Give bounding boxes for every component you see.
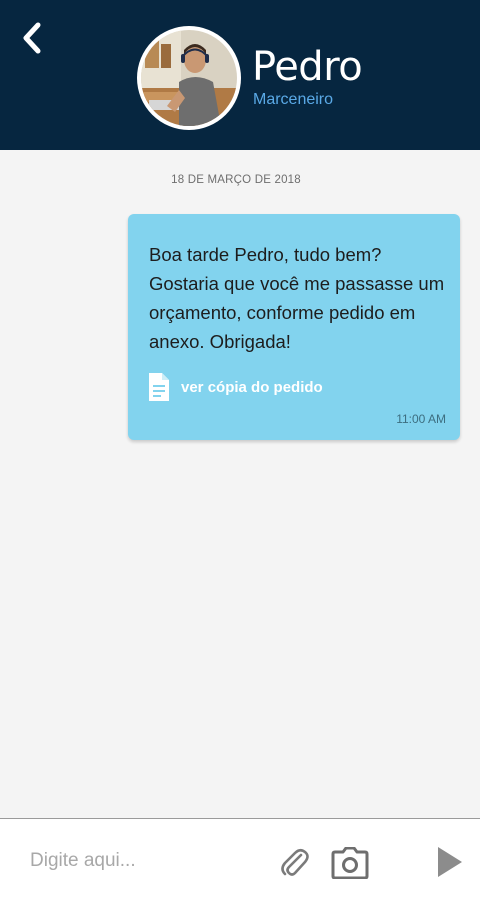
message-text: Boa tarde Pedro, tudo bem? Gostaria que … (149, 244, 445, 352)
date-separator: 18 DE MARÇO DE 2018 (171, 174, 301, 186)
back-button[interactable] (14, 18, 50, 58)
camera-button[interactable] (330, 845, 370, 881)
send-button[interactable] (432, 843, 466, 881)
chevron-left-icon (23, 22, 41, 54)
chat-header: Pedro Marceneiro (0, 0, 480, 150)
paperclip-icon (281, 848, 309, 876)
message-bubble: Boa tarde Pedro, tudo bem? Gostaria que … (128, 214, 460, 440)
attachment-link[interactable]: ver cópia do pedido (147, 372, 323, 402)
document-icon (149, 373, 169, 401)
contact-photo (141, 30, 237, 126)
avatar[interactable] (137, 26, 241, 130)
message-composer (0, 818, 480, 900)
camera-icon (331, 847, 369, 879)
play-send-icon (438, 847, 462, 877)
attachment-label: ver cópia do pedido (181, 378, 323, 396)
contact-name: Pedro (252, 44, 363, 90)
attach-button[interactable] (276, 845, 312, 881)
message-time: 11:00 AM (396, 412, 446, 426)
contact-role: Marceneiro (253, 91, 334, 108)
message-input[interactable] (30, 843, 260, 879)
